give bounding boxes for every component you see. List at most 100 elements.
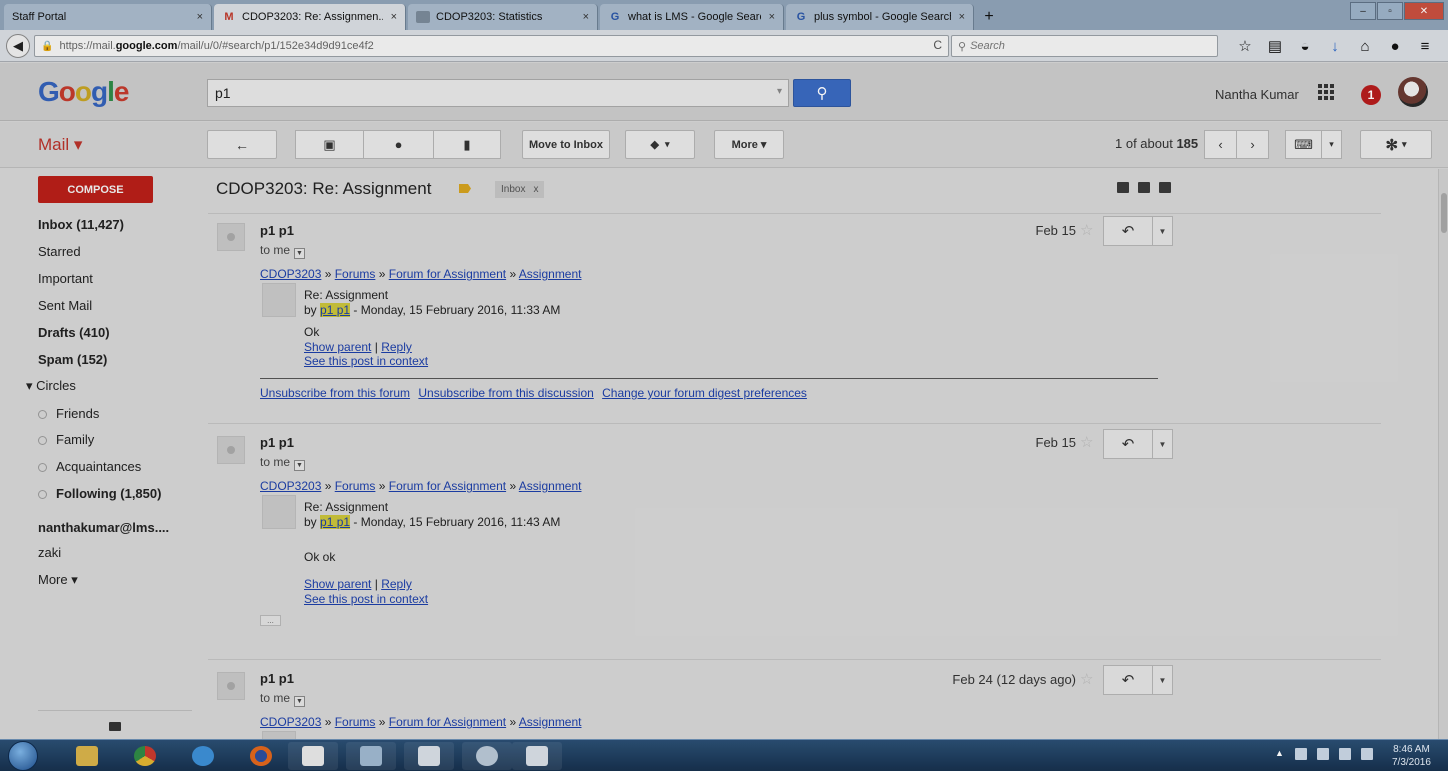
unsubscribe-forum-link[interactable]: Unsubscribe from this forum <box>260 386 410 400</box>
more-actions-button[interactable]: ▼ <box>1152 429 1173 459</box>
notification-badge[interactable]: 1 <box>1361 85 1381 105</box>
back-to-search-button[interactable]: ← <box>207 130 277 159</box>
reply-link[interactable]: Reply <box>381 340 412 354</box>
see-in-context-link[interactable]: See this post in context <box>304 592 428 606</box>
tab-close-icon[interactable]: × <box>769 11 775 23</box>
chevron-down-icon[interactable]: ▼ <box>294 460 306 471</box>
author-link[interactable]: p1 p1 <box>320 303 351 317</box>
breadcrumb-link[interactable]: CDOP3203 <box>260 267 321 281</box>
chevron-down-icon[interactable]: ▼ <box>294 248 306 259</box>
breadcrumb-link[interactable]: Assignment <box>519 267 582 281</box>
sidebar-item-following[interactable]: Following (1,850) <box>38 486 161 501</box>
taskbar-internet-explorer[interactable] <box>178 742 228 770</box>
tab-close-icon[interactable]: × <box>391 11 397 23</box>
print-icon[interactable] <box>1138 182 1150 193</box>
breadcrumb-link[interactable]: CDOP3203 <box>260 715 321 729</box>
author-link[interactable]: p1 p1 <box>320 515 351 529</box>
start-button[interactable] <box>8 741 38 771</box>
newer-button[interactable]: › <box>1236 130 1269 159</box>
taskbar-paint[interactable] <box>462 742 512 770</box>
archive-button[interactable]: ▣ <box>295 130 364 159</box>
download-icon[interactable]: ↓ <box>1320 36 1350 56</box>
breadcrumb-link[interactable]: Forums <box>335 267 376 281</box>
sidebar-item-more[interactable]: More ▾ <box>38 572 78 588</box>
sidebar-item-circles[interactable]: ▾ Circles <box>26 378 76 394</box>
reply-button[interactable]: ↶ <box>1103 665 1153 695</box>
breadcrumb-link[interactable]: Forum for Assignment <box>389 715 506 729</box>
sidebar-item-account-label[interactable]: nanthakumar@lms.... <box>38 520 169 535</box>
reply-link[interactable]: Reply <box>381 577 412 591</box>
breadcrumb-link[interactable]: Assignment <box>519 715 582 729</box>
important-marker-icon[interactable] <box>459 184 471 193</box>
reply-button[interactable]: ↶ <box>1103 216 1153 246</box>
taskbar-app-grid[interactable] <box>288 742 338 770</box>
menu-icon[interactable]: ≡ <box>1410 36 1440 56</box>
star-icon[interactable]: ☆ <box>1080 433 1093 451</box>
taskbar-chrome[interactable] <box>120 742 170 770</box>
remove-label-icon[interactable]: x <box>533 184 538 195</box>
taskbar-explorer[interactable] <box>62 742 112 770</box>
page-scrollbar[interactable] <box>1438 169 1448 739</box>
bookmarks-list-icon[interactable]: ▤ <box>1260 36 1290 56</box>
tab-plus-search[interactable]: G plus symbol - Google Search × <box>786 4 974 30</box>
home-icon[interactable]: ⌂ <box>1350 36 1380 56</box>
close-window-button[interactable]: ✕ <box>1404 2 1444 20</box>
sidebar-item-drafts[interactable]: Drafts (410) <box>38 325 110 340</box>
show-parent-link[interactable]: Show parent <box>304 577 371 591</box>
breadcrumb-link[interactable]: Forum for Assignment <box>389 479 506 493</box>
compose-button[interactable]: COMPOSE <box>38 176 153 203</box>
sidebar-item-inbox[interactable]: Inbox (11,427) <box>38 217 124 232</box>
taskbar-app-3[interactable] <box>404 742 454 770</box>
taskbar-app-5[interactable] <box>512 742 562 770</box>
bookmark-star-icon[interactable]: ☆ <box>1230 36 1260 56</box>
digest-preferences-link[interactable]: Change your forum digest preferences <box>602 386 807 400</box>
reply-button[interactable]: ↶ <box>1103 429 1153 459</box>
more-button[interactable]: More ▾ <box>714 130 784 159</box>
sidebar-item-spam[interactable]: Spam (152) <box>38 352 107 367</box>
system-clock[interactable]: 8:46 AM 7/3/2016 <box>1392 743 1431 769</box>
tray-expand-icon[interactable]: ▲ <box>1275 748 1285 760</box>
sidebar-item-zaki[interactable]: zaki <box>38 545 61 560</box>
unsubscribe-discussion-link[interactable]: Unsubscribe from this discussion <box>418 386 593 400</box>
google-logo[interactable]: Google <box>38 76 129 108</box>
sidebar-item-sent[interactable]: Sent Mail <box>38 298 92 313</box>
move-to-inbox-button[interactable]: Move to Inbox <box>522 130 610 159</box>
chevron-down-icon[interactable]: ▾ <box>777 86 782 97</box>
avatar[interactable] <box>1398 77 1428 107</box>
labels-button[interactable]: ◆ ▾ <box>625 130 695 159</box>
maximize-button[interactable]: ▫ <box>1377 2 1403 20</box>
input-tools-dropdown[interactable]: ▾ <box>1321 130 1342 159</box>
mail-switcher[interactable]: Mail ▾ <box>38 135 82 155</box>
star-icon[interactable]: ☆ <box>1080 221 1093 239</box>
see-in-context-link[interactable]: See this post in context <box>304 354 428 368</box>
user-name[interactable]: Nantha Kumar <box>1215 87 1299 102</box>
sidebar-item-acquaintances[interactable]: Acquaintances <box>38 459 141 474</box>
sender-name[interactable]: p1 p1 <box>260 435 294 450</box>
reload-icon[interactable]: C <box>933 38 942 52</box>
tab-lms-search[interactable]: G what is LMS - Google Search × <box>600 4 784 30</box>
breadcrumb-link[interactable]: Assignment <box>519 479 582 493</box>
url-bar[interactable]: 🔒 https://mail. google.com/mail/u/0/#sear… <box>34 35 949 57</box>
search-button[interactable]: ⚲ <box>793 79 851 107</box>
tab-close-icon[interactable]: × <box>583 11 589 23</box>
sender-name[interactable]: p1 p1 <box>260 671 294 686</box>
flag-icon[interactable] <box>1317 748 1329 760</box>
input-tools-button[interactable]: ⌨ <box>1285 130 1322 159</box>
browser-search-input[interactable]: ⚲ Search <box>951 35 1218 57</box>
show-parent-link[interactable]: Show parent <box>304 340 371 354</box>
breadcrumb-link[interactable]: Forums <box>335 715 376 729</box>
breadcrumb-link[interactable]: Forums <box>335 479 376 493</box>
chat-icon[interactable] <box>109 722 121 731</box>
minimize-button[interactable]: – <box>1350 2 1376 20</box>
report-spam-button[interactable]: ● <box>363 130 434 159</box>
display-icon[interactable] <box>1339 748 1351 760</box>
sidebar-item-family[interactable]: Family <box>38 432 94 447</box>
sidebar-item-starred[interactable]: Starred <box>38 244 81 259</box>
new-window-icon[interactable] <box>1159 182 1171 193</box>
delete-button[interactable]: ▮ <box>433 130 501 159</box>
older-button[interactable]: ‹ <box>1204 130 1237 159</box>
tab-statistics[interactable]: CDOP3203: Statistics × <box>408 4 598 30</box>
volume-icon[interactable] <box>1361 748 1373 760</box>
more-actions-button[interactable]: ▼ <box>1152 665 1173 695</box>
chat-bubble-icon[interactable]: ● <box>1380 36 1410 56</box>
